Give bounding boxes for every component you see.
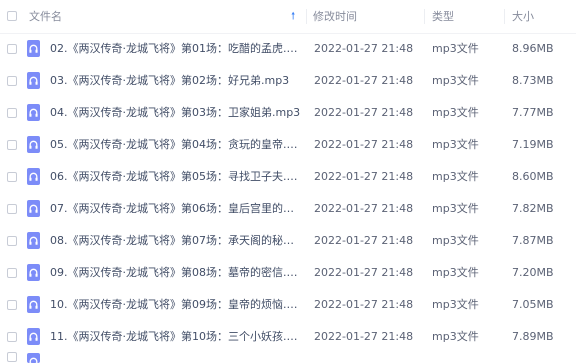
file-type: mp3文件 <box>432 193 479 225</box>
file-size: 7.77MB <box>512 97 554 129</box>
modified-time: 2022-01-27 21:48 <box>314 97 413 129</box>
table-row[interactable]: 07.《两汉传奇·龙城飞将》第06场：皇后宫里的女疯子.m... 2022-01-… <box>0 193 576 225</box>
column-divider[interactable] <box>504 9 505 24</box>
modified-time: 2022-01-27 21:48 <box>314 289 413 321</box>
row-checkbox[interactable] <box>7 172 17 182</box>
file-list-header: 文件名 🠕 修改时间 类型 大小 <box>0 0 576 34</box>
modified-time: 2022-01-27 21:48 <box>314 129 413 161</box>
audio-file-icon <box>27 40 40 57</box>
file-size: 8.96MB <box>512 33 554 65</box>
row-checkbox[interactable] <box>7 44 17 54</box>
modified-time: 2022-01-27 21:48 <box>314 257 413 289</box>
file-size: 7.05MB <box>512 289 554 321</box>
row-checkbox[interactable] <box>7 236 17 246</box>
table-row-partial[interactable] <box>0 349 576 356</box>
modified-time: 2022-01-27 21:48 <box>314 193 413 225</box>
arrow-up-icon[interactable]: 🠕 <box>291 0 295 33</box>
column-divider[interactable] <box>424 9 425 24</box>
file-type: mp3文件 <box>432 289 479 321</box>
modified-time: 2022-01-27 21:48 <box>314 161 413 193</box>
table-row[interactable]: 02.《两汉传奇·龙城飞将》第01场：吃醋的孟虎.mp3 2022-01-27 2… <box>0 33 576 65</box>
file-name[interactable]: 03.《两汉传奇·龙城飞将》第02场：好兄弟.mp3 <box>50 65 302 97</box>
audio-file-icon <box>27 72 40 89</box>
file-name[interactable]: 10.《两汉传奇·龙城飞将》第09场：皇帝的烦恼.mp3 <box>50 289 302 321</box>
file-type: mp3文件 <box>432 257 479 289</box>
row-checkbox[interactable] <box>7 332 17 342</box>
file-name[interactable]: 02.《两汉传奇·龙城飞将》第01场：吃醋的孟虎.mp3 <box>50 33 302 65</box>
file-size: 8.60MB <box>512 161 554 193</box>
table-row[interactable]: 06.《两汉传奇·龙城飞将》第05场：寻找卫子夫.mp3 2022-01-27 2… <box>0 161 576 193</box>
file-name[interactable]: 05.《两汉传奇·龙城飞将》第04场：贪玩的皇帝.mp3 <box>50 129 302 161</box>
column-header-modified-time[interactable]: 修改时间 <box>313 0 357 33</box>
table-row[interactable]: 09.《两汉传奇·龙城飞将》第08场：墓帝的密信.mp3 2022-01-27 2… <box>0 257 576 289</box>
file-name[interactable]: 07.《两汉传奇·龙城飞将》第06场：皇后宫里的女疯子.m... <box>50 193 302 225</box>
column-header-type[interactable]: 类型 <box>432 0 454 33</box>
row-checkbox[interactable] <box>7 300 17 310</box>
row-checkbox[interactable] <box>7 204 17 214</box>
table-row[interactable]: 03.《两汉传奇·龙城飞将》第02场：好兄弟.mp3 2022-01-27 21:… <box>0 65 576 97</box>
file-name[interactable]: 09.《两汉传奇·龙城飞将》第08场：墓帝的密信.mp3 <box>50 257 302 289</box>
row-checkbox[interactable] <box>7 268 17 278</box>
row-checkbox[interactable] <box>7 352 17 362</box>
audio-file-icon <box>27 264 40 281</box>
audio-file-icon <box>27 200 40 217</box>
audio-file-icon <box>27 328 40 345</box>
audio-file-icon <box>27 353 40 363</box>
file-type: mp3文件 <box>432 97 479 129</box>
row-checkbox[interactable] <box>7 108 17 118</box>
file-type: mp3文件 <box>432 33 479 65</box>
modified-time: 2022-01-27 21:48 <box>314 33 413 65</box>
file-type: mp3文件 <box>432 65 479 97</box>
table-row[interactable]: 05.《两汉传奇·龙城飞将》第04场：贪玩的皇帝.mp3 2022-01-27 2… <box>0 129 576 161</box>
row-checkbox[interactable] <box>7 140 17 150</box>
file-type: mp3文件 <box>432 161 479 193</box>
modified-time: 2022-01-27 21:48 <box>314 225 413 257</box>
column-header-name[interactable]: 文件名 <box>29 0 62 33</box>
file-size: 7.20MB <box>512 257 554 289</box>
file-type: mp3文件 <box>432 225 479 257</box>
file-type: mp3文件 <box>432 129 479 161</box>
file-size: 7.19MB <box>512 129 554 161</box>
audio-file-icon <box>27 168 40 185</box>
file-name[interactable]: 06.《两汉传奇·龙城飞将》第05场：寻找卫子夫.mp3 <box>50 161 302 193</box>
audio-file-icon <box>27 296 40 313</box>
table-row[interactable]: 10.《两汉传奇·龙城飞将》第09场：皇帝的烦恼.mp3 2022-01-27 2… <box>0 289 576 321</box>
file-name[interactable]: 08.《两汉传奇·龙城飞将》第07场：承天阁的秘密.mp3 <box>50 225 302 257</box>
audio-file-icon <box>27 136 40 153</box>
row-checkbox[interactable] <box>7 76 17 86</box>
column-header-size[interactable]: 大小 <box>512 0 534 33</box>
file-name[interactable]: 04.《两汉传奇·龙城飞将》第03场：卫家姐弟.mp3 <box>50 97 302 129</box>
table-row[interactable]: 04.《两汉传奇·龙城飞将》第03场：卫家姐弟.mp3 2022-01-27 21… <box>0 97 576 129</box>
table-row[interactable]: 08.《两汉传奇·龙城飞将》第07场：承天阁的秘密.mp3 2022-01-27 … <box>0 225 576 257</box>
file-size: 8.73MB <box>512 65 554 97</box>
audio-file-icon <box>27 104 40 121</box>
select-all-checkbox[interactable] <box>7 11 17 21</box>
column-divider[interactable] <box>306 9 307 24</box>
modified-time: 2022-01-27 21:48 <box>314 65 413 97</box>
file-size: 7.82MB <box>512 193 554 225</box>
audio-file-icon <box>27 232 40 249</box>
file-size: 7.87MB <box>512 225 554 257</box>
